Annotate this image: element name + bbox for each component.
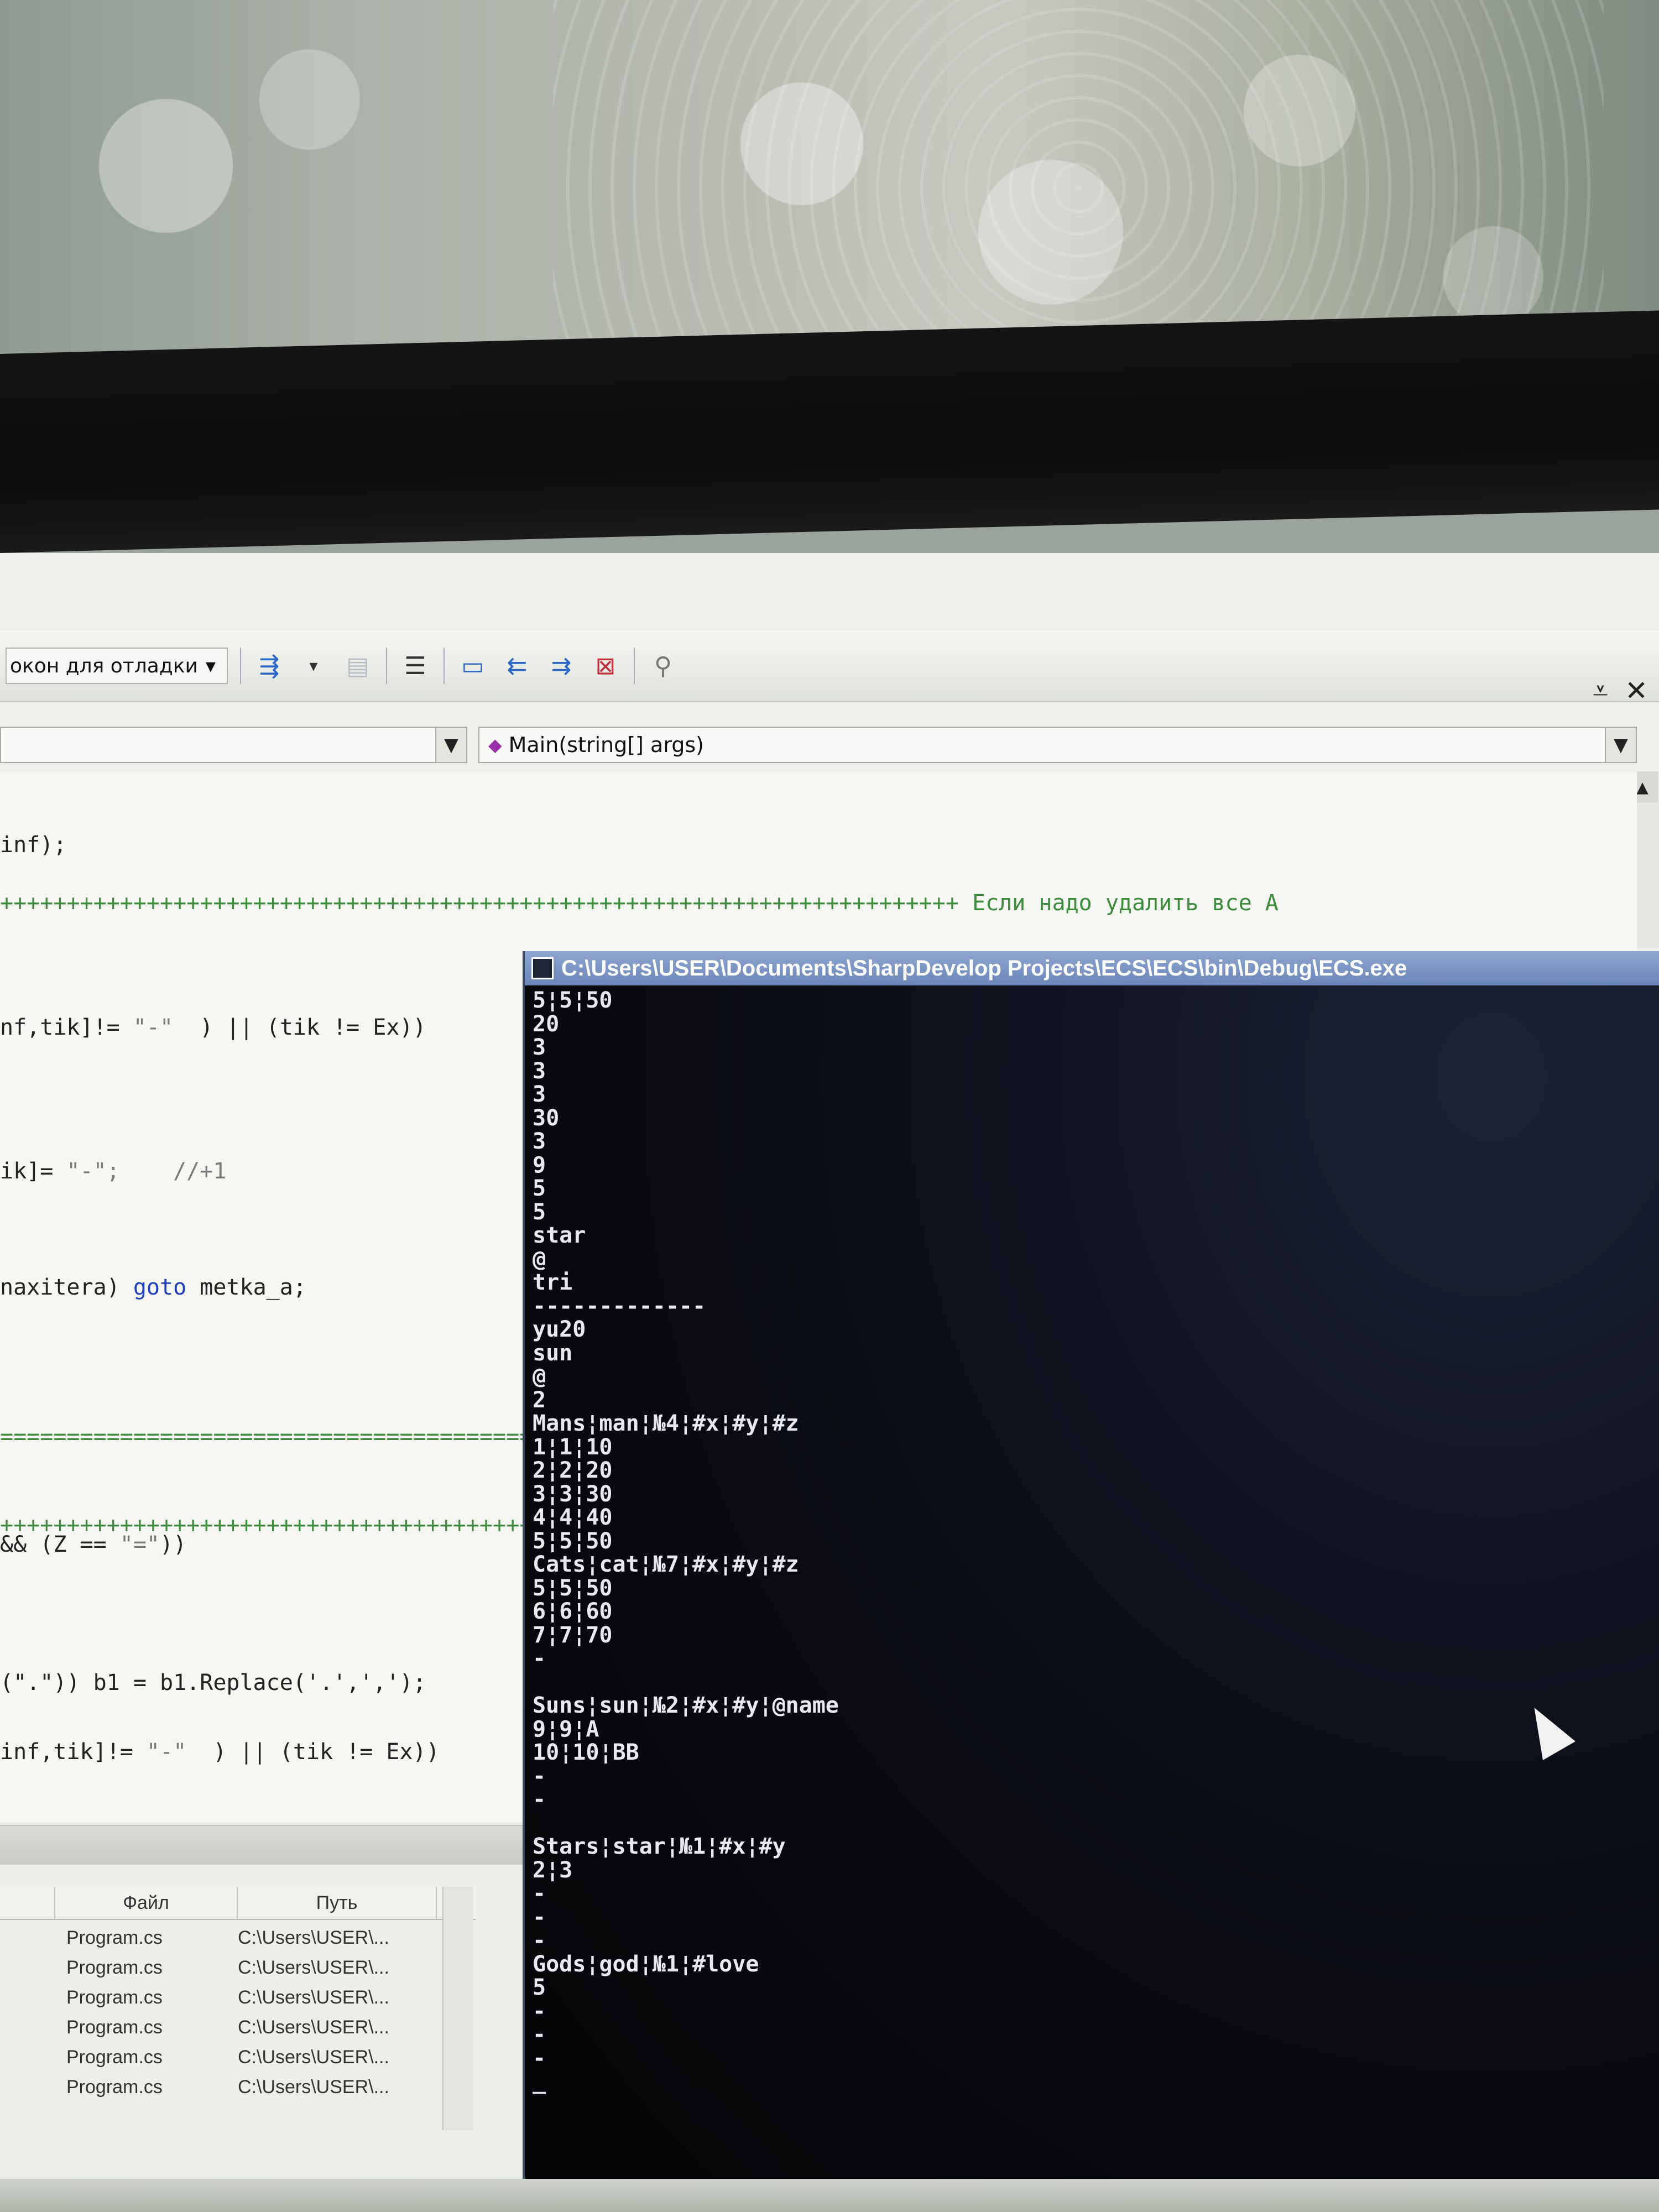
results-header: Файл Путь <box>0 1887 476 1920</box>
console-title-bar[interactable]: C:\Users\USER\Documents\SharpDevelop Pro… <box>525 951 1659 985</box>
search-results-panel: Файл Путь Program.cs C:\Users\USER\... Pr… <box>0 1825 525 2212</box>
align-icon[interactable]: ☰ <box>399 650 431 682</box>
code-line: nf,tik]!= "-" ) || (tik != Ex)) <box>0 1015 426 1040</box>
toolbar-separator <box>239 648 241 684</box>
code-line: && (Z == "=")) <box>0 1532 187 1557</box>
table-row[interactable]: Program.cs C:\Users\USER\... <box>0 1923 476 1953</box>
layout-combo-label: окон для отладки <box>10 654 198 677</box>
code-line: ik]= "-"; //+1 <box>0 1159 227 1184</box>
toolbar-separator <box>633 648 635 684</box>
results-list: Program.cs C:\Users\USER\... Program.cs C:… <box>0 1923 476 2102</box>
console-output: 5¦5¦50 20 3 3 3 30 3 9 5 5 star @ tri --… <box>533 988 839 2094</box>
chevron-down-icon: ▾ <box>205 654 216 677</box>
toolbar-separator <box>443 648 445 684</box>
code-line: inf); <box>0 832 67 858</box>
pane-controls: ⩡ ✕ <box>1593 675 1648 707</box>
bookmark-next-icon[interactable]: ⇉ <box>545 650 577 682</box>
member-selector[interactable]: ◆ Main(string[] args) ▼ <box>478 727 1637 763</box>
table-row[interactable]: Program.cs C:\Users\USER\... <box>0 2012 476 2042</box>
code-line: naxitera) goto metka_a; <box>0 1275 306 1300</box>
close-icon[interactable]: ✕ <box>1625 675 1648 707</box>
bookmark-clear-icon[interactable]: ⊠ <box>589 650 622 682</box>
ide-toolbar: окон для отладки ▾ ⇶ ▾ ▤ ☰ ▭ ⇇ ⇉ ⊠ ⚲ <box>0 630 1659 702</box>
code-line: inf,tik]!= "-" ) || (tik != Ex)) <box>0 1739 440 1765</box>
column-header-path[interactable]: Путь <box>238 1887 437 1919</box>
toolbar-separator <box>385 648 387 684</box>
table-row[interactable]: Program.cs C:\Users\USER\... <box>0 1983 476 2012</box>
console-window[interactable]: C:\Users\USER\Documents\SharpDevelop Pro… <box>523 951 1659 2212</box>
console-title: C:\Users\USER\Documents\SharpDevelop Pro… <box>561 956 1407 980</box>
panel-title-bar <box>0 1826 525 1865</box>
chevron-down-icon[interactable]: ▼ <box>435 728 466 762</box>
method-icon: ◆ <box>488 734 502 755</box>
code-navigation-bar: ▼ ◆ Main(string[] args) ▼ <box>0 719 1659 769</box>
column-header-blank[interactable] <box>0 1887 55 1919</box>
table-row[interactable]: Program.cs C:\Users\USER\... <box>0 2072 476 2102</box>
rectangle-icon[interactable]: ▭ <box>457 650 489 682</box>
chevron-down-icon[interactable]: ▼ <box>1605 728 1636 762</box>
pane-menu-icon[interactable]: ⩡ <box>1593 675 1608 707</box>
code-line: ++++++++++++++++++++++++++++++++++++++++… <box>0 890 1279 916</box>
indent-icon[interactable]: ⇶ <box>253 650 285 682</box>
chevron-down-icon[interactable]: ▾ <box>298 650 330 682</box>
find-icon[interactable]: ⚲ <box>647 650 679 682</box>
console-app-icon <box>531 957 554 979</box>
code-line: (".")) b1 = b1.Replace('.',','); <box>0 1670 426 1695</box>
results-scrollbar[interactable] <box>442 1887 473 2130</box>
monitor-bezel <box>0 310 1659 553</box>
table-row[interactable]: Program.cs C:\Users\USER\... <box>0 2042 476 2072</box>
table-row[interactable]: Program.cs C:\Users\USER\... <box>0 1953 476 1983</box>
disabled-icon[interactable]: ▤ <box>342 650 374 682</box>
column-header-file[interactable]: Файл <box>55 1887 238 1919</box>
class-selector[interactable]: ▼ <box>0 727 467 763</box>
bookmark-prev-icon[interactable]: ⇇ <box>501 650 533 682</box>
layout-combo[interactable]: окон для отладки ▾ <box>6 648 228 684</box>
member-selector-label: Main(string[] args) <box>508 733 704 757</box>
screen: окон для отладки ▾ ⇶ ▾ ▤ ☰ ▭ ⇇ ⇉ ⊠ ⚲ ⩡ ✕… <box>0 553 1659 2212</box>
status-strip <box>0 2179 1659 2212</box>
